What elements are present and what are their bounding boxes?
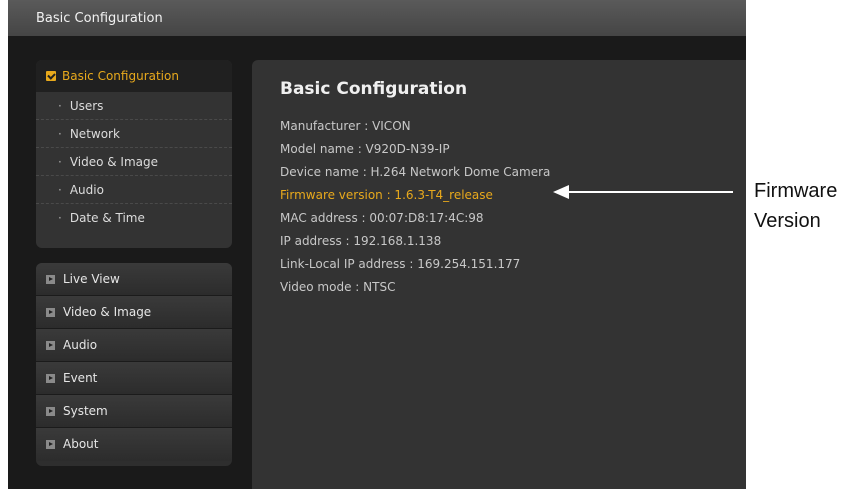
- sidebar-item-audio[interactable]: · Audio: [36, 176, 232, 204]
- nav-label: System: [63, 404, 108, 418]
- sidebar-nav: Live View Video & Image Audio Event Syst…: [36, 263, 232, 466]
- sidebar-item-label: Video & Image: [69, 155, 159, 169]
- expand-arrow-icon: [46, 275, 55, 284]
- expand-arrow-icon: [46, 440, 55, 449]
- sidebar-item-network[interactable]: · Network: [36, 120, 232, 148]
- info-mac-address: MAC address : 00:07:D8:17:4C:98: [280, 211, 484, 225]
- expand-arrow-icon: [46, 308, 55, 317]
- window-title: Basic Configuration: [36, 11, 163, 26]
- info-ip-address: IP address : 192.168.1.138: [280, 234, 442, 248]
- info-manufacturer: Manufacturer : VICON: [280, 119, 411, 133]
- info-model-name: Model name : V920D-N39-IP: [280, 142, 450, 156]
- annotation-arrow-icon: [553, 185, 733, 199]
- bullet-icon: ·: [58, 211, 62, 225]
- expand-arrow-icon: [46, 407, 55, 416]
- bullet-icon: ·: [58, 99, 62, 113]
- bullet-icon: ·: [58, 183, 62, 197]
- main-panel: Basic Configuration Manufacturer : VICON…: [252, 60, 746, 489]
- nav-live-view[interactable]: Live View: [36, 263, 232, 296]
- nav-event[interactable]: Event: [36, 362, 232, 395]
- info-video-mode: Video mode : NTSC: [280, 280, 396, 294]
- sidebar-item-label: Audio: [69, 183, 104, 197]
- device-info-list: Manufacturer : VICON Model name : V920D-…: [280, 118, 550, 302]
- expand-arrow-icon: [46, 341, 55, 350]
- sidebar-section-basic-configuration[interactable]: Basic Configuration: [36, 60, 232, 92]
- bullet-icon: ·: [58, 155, 62, 169]
- app-window: Basic Configuration Basic Configuration …: [8, 0, 746, 489]
- nav-label: About: [63, 437, 99, 451]
- sidebar-section-label: Basic Configuration: [62, 69, 179, 83]
- title-bar: Basic Configuration: [8, 0, 746, 36]
- sidebar-item-date-time[interactable]: · Date & Time: [36, 204, 232, 232]
- nav-system[interactable]: System: [36, 395, 232, 428]
- expand-arrow-icon: [46, 374, 55, 383]
- info-link-local-ip: Link-Local IP address : 169.254.151.177: [280, 257, 521, 271]
- annotation-label: Firmware Version: [754, 176, 837, 236]
- nav-label: Live View: [63, 272, 120, 286]
- nav-about[interactable]: About: [36, 428, 232, 461]
- sidebar-item-label: Network: [69, 127, 120, 141]
- bullet-icon: ·: [58, 127, 62, 141]
- annotation-line-1: Firmware: [754, 180, 838, 202]
- nav-label: Audio: [63, 338, 98, 352]
- sidebar-item-label: Date & Time: [69, 211, 145, 225]
- sidebar-basic-config: Basic Configuration · Users · Network · Vid…: [36, 60, 232, 248]
- sidebar-item-users[interactable]: · Users: [36, 92, 232, 120]
- sidebar-item-label: Users: [69, 99, 104, 113]
- info-device-name: Device name : H.264 Network Dome Camera: [280, 165, 551, 179]
- annotation-line-2: Version: [754, 210, 821, 232]
- nav-audio[interactable]: Audio: [36, 329, 232, 362]
- info-firmware-version: Firmware version : 1.6.3-T4_release: [280, 188, 493, 202]
- checkbox-icon: [46, 71, 56, 81]
- sidebar-item-video-image[interactable]: · Video & Image: [36, 148, 232, 176]
- nav-video-image[interactable]: Video & Image: [36, 296, 232, 329]
- nav-label: Event: [63, 371, 98, 385]
- page-title: Basic Configuration: [280, 79, 468, 99]
- nav-label: Video & Image: [63, 305, 152, 319]
